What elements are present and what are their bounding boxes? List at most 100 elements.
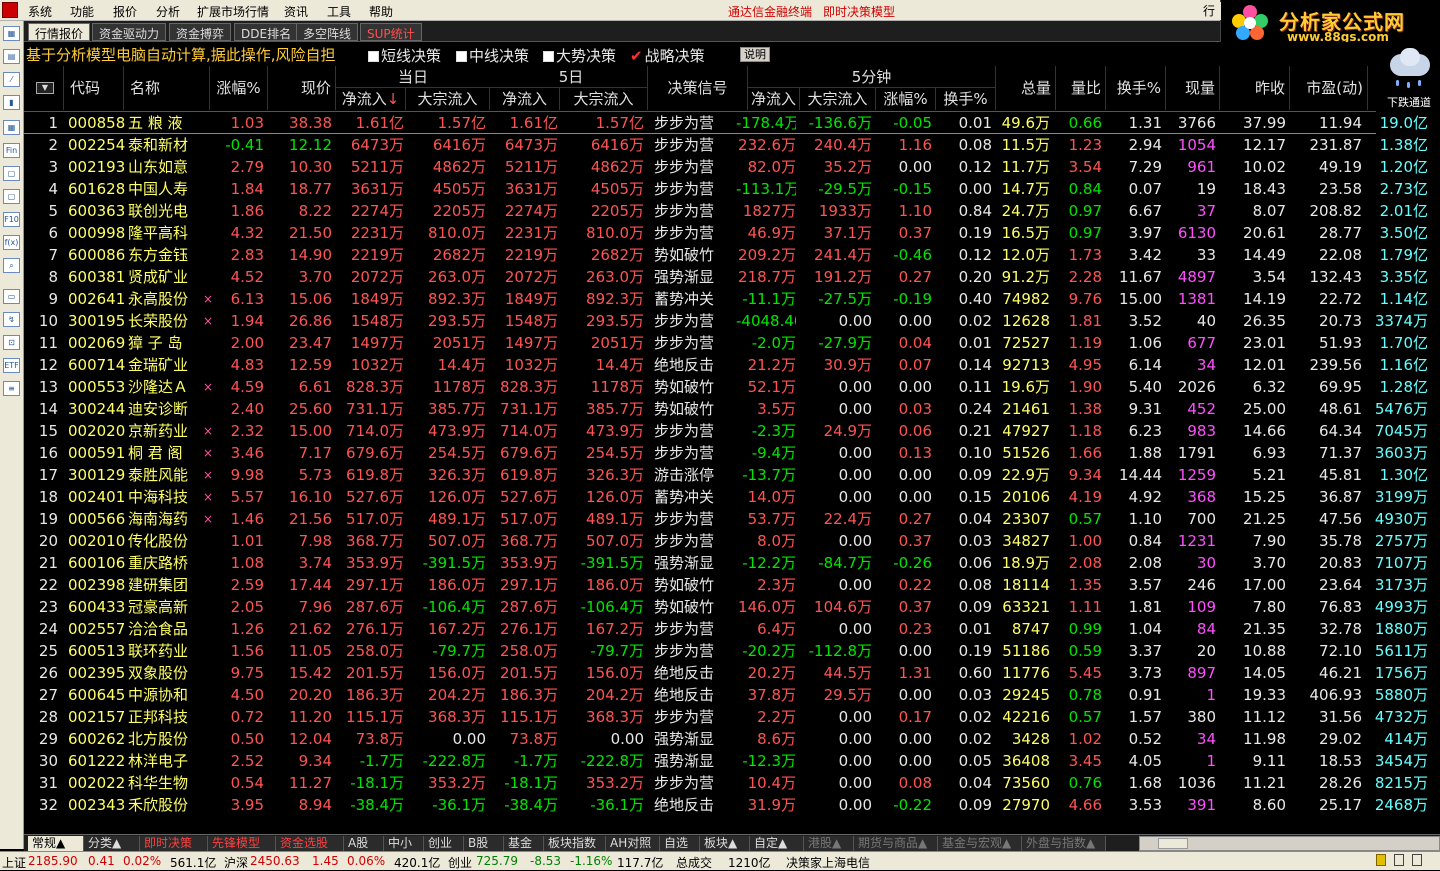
- bottom-tab[interactable]: AH对照: [606, 836, 660, 851]
- header-5d-big[interactable]: 大宗流入: [560, 88, 648, 110]
- table-row[interactable]: 23 600433 冠豪高新 2.05 7.96 287.6万 -106.4万 287.6万 -…: [24, 596, 1428, 618]
- header-5min-chg[interactable]: 涨幅%: [876, 88, 936, 110]
- table-row[interactable]: 5 600363 联创光电 1.86 8.22 2274万 2205万 2274万 2205万步…: [24, 200, 1428, 222]
- strategy-checkbox[interactable]: ✔ 战略决策: [630, 45, 705, 66]
- bottom-tab[interactable]: 即时决策: [140, 836, 208, 851]
- tab-quotes[interactable]: 行情报价: [28, 23, 91, 41]
- toolbar-fin-icon[interactable]: Fin: [3, 143, 20, 158]
- horizontal-scrollbar[interactable]: [1139, 836, 1440, 851]
- bottom-tab[interactable]: 基金: [504, 836, 544, 851]
- toolbar-dice-icon[interactable]: ⊡: [3, 335, 20, 350]
- toolbar-doc-icon[interactable]: ▢: [3, 189, 20, 204]
- bottom-tab[interactable]: 港股▲: [804, 836, 854, 851]
- table-row[interactable]: 11 002069 獐 子 岛 2.00 23.47 1497万 2051万 1497万 205…: [24, 332, 1428, 354]
- alert-icon[interactable]: [1412, 854, 1422, 866]
- table-row[interactable]: 4 601628 中国人寿 1.84 18.77 3631万 4505万 3631万 4505万…: [24, 178, 1428, 200]
- bottom-tab[interactable]: 板块▲: [700, 836, 750, 851]
- truncated-tab[interactable]: 行: [1201, 2, 1221, 20]
- header-5d-net[interactable]: 净流入: [490, 88, 560, 110]
- bottom-tab[interactable]: 创业: [424, 836, 464, 851]
- bottom-tab[interactable]: 自选: [660, 836, 700, 851]
- toolbar-list-icon[interactable]: ▤: [3, 49, 20, 64]
- toolbar-kline-icon[interactable]: ▮: [3, 95, 20, 110]
- table-row[interactable]: 31 002022 科华生物 0.54 11.27 -18.1万 353.2万 -18.1万 3…: [24, 772, 1428, 794]
- table-row[interactable]: 15 002020 京新药业 × 2.32 15.00 714.0万 473.9万 714.0万…: [24, 420, 1428, 442]
- table-row[interactable]: 2 002254 泰和新材 -0.41 12.12 6473万 6416万 6473万 6416…: [24, 134, 1428, 156]
- bottom-tab[interactable]: B股: [464, 836, 504, 851]
- table-row[interactable]: 21 600106 重庆路桥 1.08 3.74 353.9万 -391.5万 353.9万 -…: [24, 552, 1428, 574]
- bottom-tab[interactable]: 板块指数: [544, 836, 606, 851]
- header-5min-big[interactable]: 大宗流入: [800, 88, 876, 110]
- menu-function[interactable]: 功能: [70, 3, 94, 20]
- menu-quote[interactable]: 报价: [113, 3, 137, 20]
- table-row[interactable]: 1 000858 五 粮 液 1.03 38.38 1.61亿 1.57亿 1.61亿 1.57…: [24, 112, 1428, 134]
- header-5min-turn[interactable]: 换手%: [936, 88, 996, 110]
- toolbar-f10-icon[interactable]: F10: [3, 212, 20, 227]
- header-price[interactable]: 现价: [268, 66, 336, 110]
- table-row[interactable]: 28 002157 正邦科技 0.72 11.20 115.1万 368.3万 115.1万 3…: [24, 706, 1428, 728]
- tab-sup-stats[interactable]: SUP统计: [360, 23, 422, 41]
- menu-tools[interactable]: 工具: [327, 3, 351, 20]
- header-today-net[interactable]: 净流入↓: [336, 88, 406, 110]
- header-chg[interactable]: 涨幅%: [210, 66, 268, 110]
- menu-help[interactable]: 帮助: [369, 3, 393, 20]
- toolbar-stack-icon[interactable]: ≡: [3, 381, 20, 396]
- toolbar-etf-icon[interactable]: ETF: [3, 358, 20, 373]
- table-row[interactable]: 32 002343 禾欣股份 3.95 8.94 -38.4万 -36.1万 -38.4万 -3…: [24, 794, 1428, 816]
- header-prev-close[interactable]: 昨收: [1220, 66, 1290, 110]
- lock-icon[interactable]: [1376, 854, 1386, 866]
- table-row[interactable]: 22 002398 建研集团 2.59 17.44 297.1万 186.0万 297.1万 1…: [24, 574, 1428, 596]
- table-row[interactable]: 30 601222 林洋电子 2.52 9.34 -1.7万 -222.8万 -1.7万 -22…: [24, 750, 1428, 772]
- table-row[interactable]: 29 600262 北方股份 0.50 12.04 73.8万 0.00 73.8万 0.00 强…: [24, 728, 1428, 750]
- market-weather[interactable]: 下跌通道: [1380, 44, 1438, 110]
- bottom-tab[interactable]: 外盘与指数▲: [1022, 836, 1106, 851]
- bottom-tab[interactable]: A股: [344, 836, 384, 851]
- toolbar-window-icon[interactable]: ▢: [3, 166, 20, 181]
- help-button[interactable]: 说明: [740, 47, 770, 62]
- tab-dde-rank[interactable]: DDE排名: [234, 23, 299, 41]
- table-row[interactable]: 24 002557 洽洽食品 1.26 21.62 276.1万 167.2万 276.1万 1…: [24, 618, 1428, 640]
- bottom-tab[interactable]: 先锋模型: [208, 836, 276, 851]
- table-row[interactable]: 16 000591 桐 君 阁 × 3.46 7.17 679.6万 254.5万 679.6万…: [24, 442, 1428, 464]
- header-current-vol[interactable]: 现量: [1166, 66, 1220, 110]
- table-row[interactable]: 6 000998 隆平高科 4.32 21.50 2231万 810.0万 2231万 810.…: [24, 222, 1428, 244]
- header-5min-net[interactable]: 净流入: [748, 88, 800, 110]
- table-row[interactable]: 9 002641 永高股份 × 6.13 15.06 1849万 892.3万 1849万 892…: [24, 288, 1428, 310]
- table-row[interactable]: 8 600381 贤成矿业 4.52 3.70 2072万 263.0万 2072万 263.0…: [24, 266, 1428, 288]
- header-volume[interactable]: 总量: [996, 66, 1056, 110]
- table-row[interactable]: 7 600086 东方金钰 2.83 14.90 2219万 2682万 2219万 2682万…: [24, 244, 1428, 266]
- table-row[interactable]: 17 300129 泰胜风能 × 9.98 5.73 619.8万 326.3万 619.8万 3…: [24, 464, 1428, 486]
- toolbar-updown-icon[interactable]: ↯: [3, 312, 20, 327]
- table-row[interactable]: 25 600513 联环药业 1.56 11.05 258.0万 -79.7万 258.0万 -…: [24, 640, 1428, 662]
- mid-term-checkbox[interactable]: 中线决策: [456, 45, 529, 66]
- menu-news[interactable]: 资讯: [284, 3, 308, 20]
- bottom-tab[interactable]: 资金选股: [276, 836, 344, 851]
- short-term-checkbox[interactable]: 短线决策: [368, 45, 441, 66]
- tab-fund-driver[interactable]: 资金驱动力: [92, 23, 167, 41]
- toolbar-grid-icon[interactable]: ▦: [3, 26, 20, 41]
- toolbar-folder-icon[interactable]: ▭: [3, 289, 20, 304]
- menu-analysis[interactable]: 分析: [156, 3, 180, 20]
- bottom-tab[interactable]: 期货与商品▲: [854, 836, 938, 851]
- toolbar-formula-icon[interactable]: f(x): [3, 235, 20, 250]
- bottom-tab[interactable]: 常规▲: [28, 836, 84, 851]
- toolbar-table-icon[interactable]: ▦: [3, 120, 20, 135]
- table-row[interactable]: 27 600645 中源协和 4.50 20.20 186.3万 204.2万 186.3万 2…: [24, 684, 1428, 706]
- table-row[interactable]: 10 300195 长荣股份 × 1.94 26.86 1548万 293.5万 1548万 29…: [24, 310, 1428, 332]
- bottom-tab[interactable]: 中小: [384, 836, 424, 851]
- table-row[interactable]: 12 600714 金瑞矿业 4.83 12.59 1032万 14.4万 1032万 14.4…: [24, 354, 1428, 376]
- bottom-tab[interactable]: 分类▲: [84, 836, 140, 851]
- table-row[interactable]: 20 002010 传化股份 1.01 7.98 368.7万 507.0万 368.7万 50…: [24, 530, 1428, 552]
- dropdown-icon[interactable]: ▼: [36, 82, 54, 94]
- signal-icon[interactable]: [1394, 854, 1404, 866]
- header-code[interactable]: 代码: [64, 66, 124, 110]
- header-menu[interactable]: ▼: [24, 66, 64, 110]
- table-row[interactable]: 14 300244 迪安诊断 2.40 25.60 731.1万 385.7万 731.1万 3…: [24, 398, 1428, 420]
- bottom-tab[interactable]: 自定▲: [750, 836, 804, 851]
- table-row[interactable]: 18 002401 中海科技 × 5.57 16.10 527.6万 126.0万 527.6万…: [24, 486, 1428, 508]
- toolbar-search-icon[interactable]: ⌕: [3, 258, 20, 273]
- header-name[interactable]: 名称: [124, 66, 210, 110]
- toolbar-line-chart-icon[interactable]: ⁄: [3, 72, 20, 87]
- header-pe[interactable]: 市盈(动): [1290, 66, 1368, 110]
- bottom-tab[interactable]: 基金与宏观▲: [938, 836, 1022, 851]
